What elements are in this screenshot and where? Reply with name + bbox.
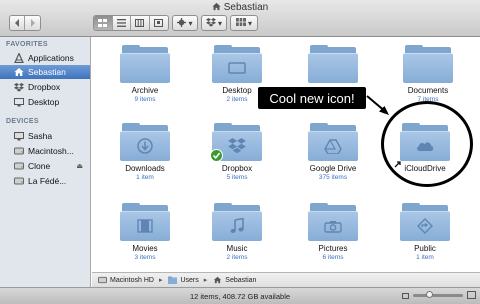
chevron-down-icon: ▾ xyxy=(247,18,252,28)
arrange-menu-button[interactable]: ▾ xyxy=(230,15,258,31)
dropbox-menu-button[interactable]: ▾ xyxy=(201,15,227,31)
column-view-icon xyxy=(135,16,145,30)
sidebar-item-sasha[interactable]: Sasha xyxy=(0,129,90,143)
sidebar-item-dropbox[interactable]: Dropbox xyxy=(0,80,90,94)
sidebar-item-label: Macintosh... xyxy=(28,146,74,156)
sidebar-item-label: Clone xyxy=(28,161,51,171)
sidebar-header-devices: DEVICES xyxy=(6,118,39,125)
hard-drive-icon xyxy=(13,176,24,187)
sidebar: FAVORITES Applications Sebastian Dropbox… xyxy=(0,37,91,287)
public-sign-icon xyxy=(400,211,450,241)
sidebar-header-favorites: FAVORITES xyxy=(6,41,48,48)
icon-size-slider[interactable] xyxy=(413,291,463,298)
large-icon-size-icon xyxy=(467,291,476,301)
folder-icon xyxy=(120,203,170,241)
icon-view-icon xyxy=(98,16,108,30)
chevron-down-icon: ▾ xyxy=(188,18,193,28)
column-view-button[interactable] xyxy=(131,16,150,30)
dropbox-icon xyxy=(205,17,216,29)
slider-knob[interactable] xyxy=(426,291,433,298)
sync-check-icon xyxy=(210,149,223,167)
folder-icon xyxy=(210,123,262,162)
list-view-icon xyxy=(116,16,126,30)
sidebar-item-label: Sebastian xyxy=(28,67,66,77)
google-drive-icon xyxy=(308,131,358,161)
home-icon xyxy=(213,276,222,284)
folder-pictures[interactable]: Pictures 6 items xyxy=(288,203,378,262)
annotation-callout: Cool new icon! xyxy=(258,87,366,109)
folder-icon xyxy=(168,276,178,284)
hard-drive-icon xyxy=(13,146,24,157)
forward-button[interactable] xyxy=(25,16,40,30)
cover-flow-icon xyxy=(154,16,164,30)
computer-icon xyxy=(13,131,24,142)
folder-movies[interactable]: Movies 3 items xyxy=(100,203,190,262)
sidebar-item-applications[interactable]: Applications xyxy=(0,51,90,65)
folder-downloads[interactable]: Downloads 1 item xyxy=(100,123,190,182)
sidebar-item-la-federation[interactable]: La Fédé... xyxy=(0,174,90,188)
nav-buttons xyxy=(9,15,41,31)
folder-public[interactable]: Public 1 item xyxy=(380,203,470,262)
folder-archive[interactable]: Archive 9 items xyxy=(100,45,190,104)
path-crumb-sebastian[interactable]: Sebastian xyxy=(213,276,256,284)
window-title: Sebastian xyxy=(0,2,480,15)
back-button[interactable] xyxy=(10,16,26,30)
action-menu-button[interactable]: ▾ xyxy=(172,15,198,31)
sidebar-item-clone[interactable]: Clone ⏏ xyxy=(0,159,90,173)
sidebar-item-sebastian[interactable]: Sebastian xyxy=(0,65,90,79)
gear-icon xyxy=(177,17,187,29)
desktop-icon xyxy=(13,97,24,108)
view-mode-control xyxy=(93,15,169,31)
chevron-right-icon: ▸ xyxy=(203,277,208,284)
toolbar: Sebastian ▾ ▾ ▾ xyxy=(0,0,480,37)
hard-drive-icon xyxy=(13,161,24,172)
folder-icon xyxy=(212,45,262,83)
home-icon xyxy=(212,2,221,15)
chevron-left-icon xyxy=(14,16,20,30)
arrange-icon xyxy=(235,18,246,28)
music-note-icon xyxy=(212,211,262,241)
path-crumb-macintosh-hd[interactable]: Macintosh HD ▸ xyxy=(98,276,162,284)
dropbox-icon xyxy=(13,82,24,93)
folder-unnamed[interactable] xyxy=(288,45,378,86)
desktop-icon xyxy=(212,53,262,83)
folder-music[interactable]: Music 2 items xyxy=(192,203,282,262)
chevron-right-icon xyxy=(30,16,36,30)
folder-icon xyxy=(403,45,453,83)
folder-dropbox[interactable]: Dropbox 5 items xyxy=(192,123,282,182)
folder-icon xyxy=(400,203,450,241)
sidebar-item-macintosh[interactable]: Macintosh... xyxy=(0,144,90,158)
path-bar: Macintosh HD ▸ Users ▸ Sebastian xyxy=(92,272,480,287)
folder-icon xyxy=(308,203,358,241)
chevron-down-icon: ▾ xyxy=(217,18,222,28)
sidebar-item-label: Desktop xyxy=(28,97,60,107)
applications-icon xyxy=(13,53,24,64)
folder-icon xyxy=(120,123,170,161)
sidebar-item-label: Applications xyxy=(28,53,74,63)
cover-flow-button[interactable] xyxy=(149,16,168,30)
hard-drive-icon xyxy=(98,276,107,284)
folder-google-drive[interactable]: Google Drive 375 items xyxy=(288,123,378,182)
folder-icon xyxy=(308,45,358,83)
folder-icon xyxy=(308,123,358,161)
annotation-circle xyxy=(381,101,473,187)
list-view-button[interactable] xyxy=(112,16,131,30)
sidebar-item-label: Sasha xyxy=(28,131,53,141)
chevron-right-icon: ▸ xyxy=(158,277,163,284)
film-icon xyxy=(120,211,170,241)
status-bar: 12 items, 408.72 GB available xyxy=(0,287,480,304)
sidebar-item-label: La Fédé... xyxy=(28,176,67,186)
home-icon xyxy=(13,67,24,78)
folder-icon xyxy=(212,203,262,241)
sidebar-item-desktop[interactable]: Desktop xyxy=(0,95,90,109)
small-icon-size-icon xyxy=(402,292,409,301)
icon-view-button[interactable] xyxy=(94,16,113,30)
camera-icon xyxy=(308,211,358,241)
eject-icon[interactable]: ⏏ xyxy=(76,162,83,170)
download-icon xyxy=(120,131,170,161)
sidebar-item-label: Dropbox xyxy=(28,82,61,92)
finder-window: Sebastian ▾ ▾ ▾ FAVORITES Applications S… xyxy=(0,0,480,304)
path-crumb-users[interactable]: Users ▸ xyxy=(168,276,207,284)
folder-icon xyxy=(120,45,170,83)
